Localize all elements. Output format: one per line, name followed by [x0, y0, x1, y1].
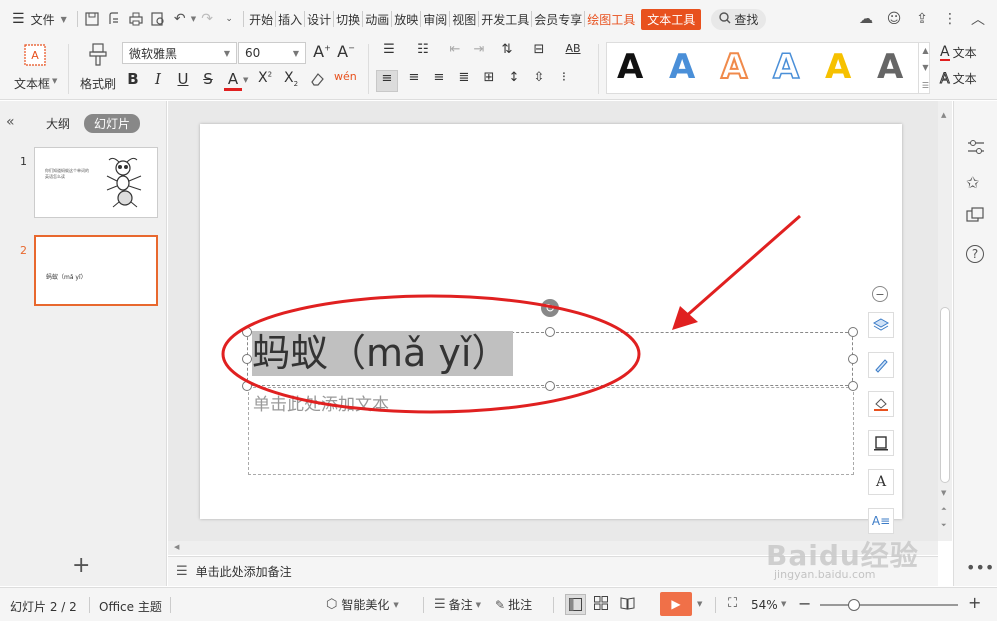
watermark-url: jingyan.baidu.com — [774, 568, 876, 581]
scroll-down-icon[interactable]: ▼ — [941, 489, 946, 497]
zoom-in-icon[interactable]: + — [968, 593, 981, 612]
previous-slide-icon[interactable]: ⏶ — [941, 505, 947, 514]
divider — [89, 597, 90, 613]
smart-beautify-label: 智能美化 — [341, 598, 390, 612]
zoom-slider-track[interactable] — [820, 604, 958, 606]
divider — [553, 597, 554, 613]
animation-star-icon[interactable]: ✩ — [966, 173, 979, 192]
play-icon: ▶ — [671, 597, 681, 611]
help-icon[interactable]: ? — [966, 245, 984, 263]
divider — [715, 597, 716, 613]
comments-button[interactable]: ✎ 批注 — [495, 596, 532, 613]
notes-placeholder: 单击此处添加备注 — [195, 565, 292, 579]
smart-beautify-button[interactable]: ⬡ 智能美化 ▼ — [326, 596, 399, 613]
theme-name: Office 主题 — [99, 600, 162, 614]
normal-view-icon[interactable] — [565, 594, 586, 615]
text-effect-icon[interactable]: A — [868, 469, 894, 495]
scrollbar-thumb[interactable] — [940, 307, 950, 483]
transition-icon[interactable] — [966, 207, 984, 228]
right-sidebar: ✩ ? ••• — [953, 101, 997, 586]
notes-toggle-label: 备注 — [448, 598, 473, 612]
play-slideshow-button[interactable]: ▶ — [660, 592, 692, 616]
comment-icon: ✎ — [495, 597, 506, 612]
scroll-left-icon[interactable]: ◀ — [174, 543, 179, 551]
cube-icon: ⬡ — [326, 597, 338, 612]
notes-icon: ☰ — [176, 564, 188, 579]
scroll-up-icon[interactable]: ▲ — [941, 111, 946, 119]
slide-index: 幻灯片 2 / 2 — [10, 600, 77, 614]
next-slide-icon[interactable]: ⏷ — [941, 521, 947, 530]
comments-label: 批注 — [508, 598, 533, 612]
notes-toggle-button[interactable]: ☰ 备注 ▼ — [434, 596, 481, 613]
divider — [423, 597, 424, 613]
zoom-level[interactable]: 54% — [751, 598, 778, 612]
status-bar: 幻灯片 2 / 2 Office 主题 ⬡ 智能美化 ▼ ☰ 备注 ▼ ✎ 批注… — [0, 587, 997, 621]
shape-outline-icon[interactable] — [868, 430, 894, 456]
chevron-down-icon[interactable]: ▼ — [781, 600, 786, 608]
fit-to-window-icon[interactable]: ⛶ — [728, 596, 737, 611]
chevron-down-icon: ▼ — [475, 600, 482, 609]
baidu-watermark: Baidu经验 jingyan.baidu.com — [760, 530, 950, 586]
zoom-slider-thumb[interactable] — [848, 599, 860, 611]
fill-color-icon[interactable] — [868, 391, 894, 417]
layer-icon[interactable] — [868, 312, 894, 338]
pen-style-icon[interactable] — [868, 352, 894, 378]
reading-view-icon[interactable] — [620, 596, 635, 613]
collapse-quick-toolbar-icon[interactable]: − — [872, 286, 888, 302]
chevron-down-icon[interactable]: ▼ — [697, 600, 702, 608]
vertical-scrollbar[interactable]: ▲ ▼ ⏶ ⏷ — [938, 101, 952, 541]
properties-icon[interactable] — [966, 137, 986, 160]
notes-icon: ☰ — [434, 597, 446, 612]
red-annotation-overlay — [221, 214, 801, 414]
divider — [170, 597, 171, 613]
chevron-down-icon: ▼ — [393, 600, 399, 609]
zoom-out-icon[interactable]: − — [798, 594, 811, 613]
slide-sorter-icon[interactable] — [594, 596, 608, 613]
more-icon[interactable]: ••• — [966, 558, 994, 577]
